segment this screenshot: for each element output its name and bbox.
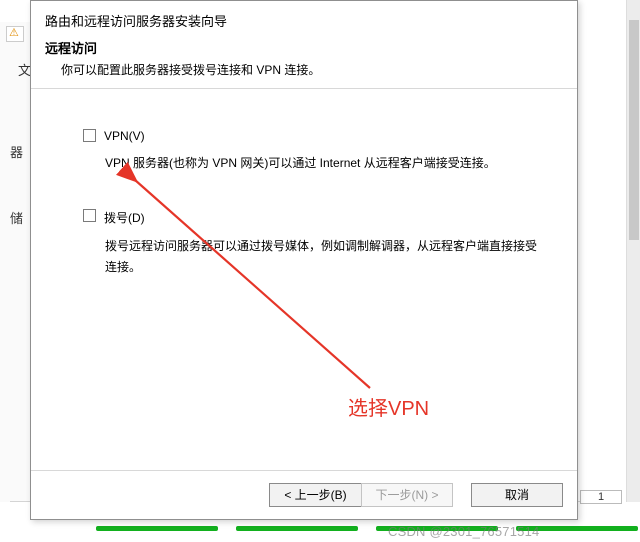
vpn-desc: VPN 服务器(也称为 VPN 网关)可以通过 Internet 从远程客户端接… bbox=[83, 143, 549, 175]
vpn-label[interactable]: VPN(V) bbox=[104, 129, 145, 143]
status-bar bbox=[96, 526, 218, 531]
option-vpn: VPN(V) VPN 服务器(也称为 VPN 网关)可以通过 Internet … bbox=[83, 129, 549, 175]
scrollbar[interactable] bbox=[626, 0, 640, 502]
rras-wizard-dialog: 路由和远程访问服务器安装向导 远程访问 你可以配置此服务器接受拨号连接和 VPN… bbox=[30, 0, 578, 520]
wizard-header-title: 远程访问 bbox=[45, 38, 563, 57]
dialup-checkbox[interactable] bbox=[83, 209, 96, 222]
cancel-button[interactable]: 取消 bbox=[471, 483, 563, 507]
bg-char: 储 bbox=[10, 208, 23, 227]
warning-icon bbox=[6, 26, 24, 42]
wizard-header-desc: 你可以配置此服务器接受拨号连接和 VPN 连接。 bbox=[45, 61, 563, 78]
count-box: 1 bbox=[580, 490, 622, 504]
dialup-label[interactable]: 拨号(D) bbox=[104, 209, 145, 226]
wizard-window-title: 路由和远程访问服务器安装向导 bbox=[31, 1, 577, 30]
dialup-desc: 拨号远程访问服务器可以通过拨号媒体，例如调制解调器，从远程客户端直接接受连接。 bbox=[83, 226, 549, 279]
status-bar bbox=[236, 526, 358, 531]
background-left-pane bbox=[0, 22, 32, 502]
next-button: 下一步(N) > bbox=[361, 483, 453, 507]
vpn-checkbox[interactable] bbox=[83, 129, 96, 142]
status-bar bbox=[516, 526, 638, 531]
back-button[interactable]: < 上一步(B) bbox=[269, 483, 361, 507]
scrollbar-thumb[interactable] bbox=[629, 20, 639, 240]
status-bar bbox=[376, 526, 498, 531]
bg-char: 器 bbox=[10, 142, 23, 161]
option-dialup: 拨号(D) 拨号远程访问服务器可以通过拨号媒体，例如调制解调器，从远程客户端直接… bbox=[83, 209, 549, 279]
wizard-button-row: < 上一步(B) 下一步(N) > 取消 bbox=[31, 470, 577, 519]
wizard-header: 远程访问 你可以配置此服务器接受拨号连接和 VPN 连接。 bbox=[31, 30, 577, 89]
wizard-body: VPN(V) VPN 服务器(也称为 VPN 网关)可以通过 Internet … bbox=[31, 89, 577, 470]
